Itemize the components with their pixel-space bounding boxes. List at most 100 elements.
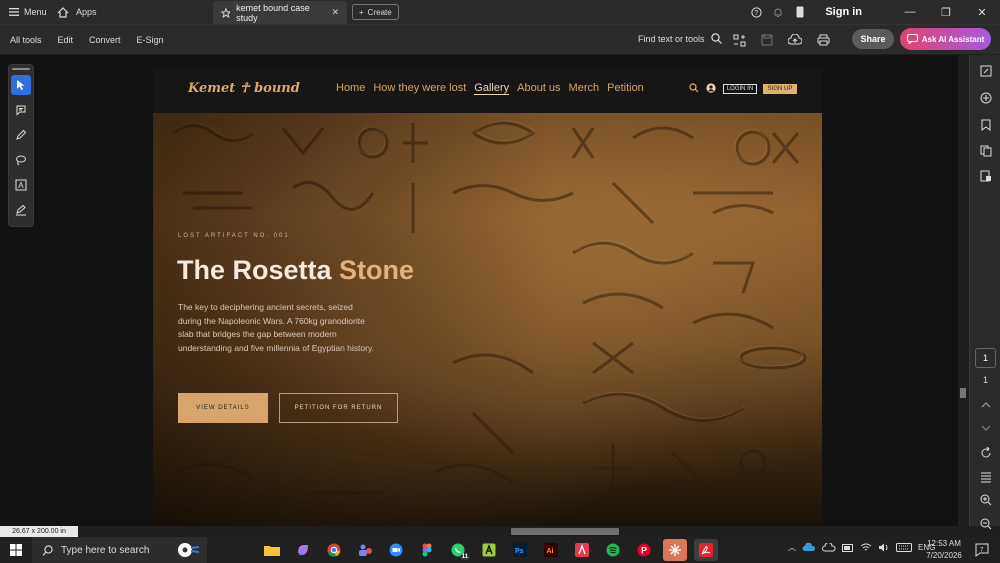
find-tools[interactable]: Find text or tools: [638, 33, 722, 44]
view-details-button[interactable]: VIEW DETAILS: [178, 393, 268, 423]
battery-icon[interactable]: [842, 543, 854, 552]
chevron-up-tray-icon[interactable]: ︿: [788, 542, 796, 553]
photoshop-button[interactable]: Ps: [508, 539, 532, 561]
vertical-scrollbar[interactable]: [958, 55, 968, 526]
nav-about-us[interactable]: About us: [517, 82, 560, 95]
pages-button[interactable]: [978, 143, 994, 159]
text-box-icon: A: [15, 179, 27, 191]
teams-button[interactable]: [353, 539, 377, 561]
sign-tool[interactable]: [11, 200, 31, 220]
home-button[interactable]: [50, 6, 76, 18]
convert-menu[interactable]: Convert: [89, 35, 121, 45]
hero-section: LOST ARTIFACT NO. 001 The Rosetta Stone …: [153, 113, 822, 526]
ask-ai-assistant-button[interactable]: Ask AI Assistant: [900, 28, 991, 50]
scroll-mode-button[interactable]: [978, 469, 994, 485]
rotate-icon: [981, 447, 991, 458]
site-search-icon[interactable]: [689, 83, 699, 93]
sign-in-link[interactable]: Sign in: [825, 6, 862, 18]
onedrive-icon[interactable]: [802, 543, 816, 552]
upload-button[interactable]: [786, 31, 804, 49]
restore-button[interactable]: ❐: [928, 6, 964, 19]
rotate-button[interactable]: [978, 445, 994, 461]
ai-tools-button[interactable]: [730, 31, 748, 49]
acrobat-button[interactable]: [694, 539, 718, 561]
nav-home[interactable]: Home: [336, 82, 365, 95]
create-button[interactable]: + Create: [352, 4, 399, 20]
draw-tool[interactable]: [11, 125, 31, 145]
bell-icon: [774, 8, 782, 17]
volume-icon[interactable]: [878, 543, 890, 552]
bookmarks-button[interactable]: [978, 117, 994, 133]
edit-pdf-icon: [980, 65, 992, 77]
petition-for-return-button[interactable]: PETITION FOR RETURN: [279, 393, 398, 423]
current-page-field[interactable]: 1: [975, 348, 996, 368]
help-button[interactable]: ?: [745, 6, 767, 18]
close-window-button[interactable]: ✕: [964, 6, 1000, 19]
previous-page-button[interactable]: [978, 397, 994, 413]
login-button[interactable]: LOGIN IN: [723, 84, 757, 94]
print-button[interactable]: [814, 31, 832, 49]
lasso-tool[interactable]: [11, 150, 31, 170]
hamburger-icon: [9, 8, 19, 16]
horizontal-scrollbar[interactable]: [0, 526, 968, 537]
nav-merch[interactable]: Merch: [569, 82, 600, 95]
figma-button[interactable]: [415, 539, 439, 561]
menu-button[interactable]: Menu: [0, 7, 50, 17]
share-button[interactable]: Share: [852, 29, 894, 49]
zoom-app-button[interactable]: [384, 539, 408, 561]
esign-menu[interactable]: E-Sign: [137, 35, 164, 45]
taskbar-search[interactable]: Type here to search: [32, 537, 207, 563]
chevron-down-icon: [981, 425, 991, 431]
all-tools-menu[interactable]: All tools: [10, 35, 42, 45]
minimize-button[interactable]: —: [892, 6, 928, 18]
notifications-button[interactable]: [767, 7, 789, 18]
video-camera-icon: [389, 543, 403, 557]
chrome-button[interactable]: [322, 539, 346, 561]
help-icon: ?: [751, 6, 762, 18]
acrobat-beta-button[interactable]: [570, 539, 594, 561]
vertical-scroll-thumb[interactable]: [960, 388, 966, 398]
next-page-button[interactable]: [978, 420, 994, 436]
signature-icon: [16, 204, 26, 216]
keyboard-icon[interactable]: [896, 543, 912, 552]
svg-text:Ps: Ps: [515, 548, 524, 555]
text-box-tool[interactable]: A: [11, 175, 31, 195]
file-explorer-button[interactable]: [260, 539, 284, 561]
sketch-app-button[interactable]: [477, 539, 501, 561]
search-placeholder: Type here to search: [61, 544, 150, 556]
nav-gallery[interactable]: Gallery: [474, 82, 510, 95]
claude-app-button[interactable]: [663, 539, 687, 561]
zoom-out-button[interactable]: [978, 516, 994, 532]
star-icon[interactable]: [221, 7, 231, 18]
document-tab[interactable]: kemet bound case study ✕: [213, 1, 347, 24]
user-account-icon[interactable]: [706, 83, 716, 93]
protect-button[interactable]: [978, 168, 994, 184]
illustrator-icon: Ai: [544, 543, 558, 557]
signup-button[interactable]: SIGN UP: [763, 84, 797, 94]
whatsapp-button[interactable]: 11: [446, 539, 470, 561]
select-tool[interactable]: [11, 75, 31, 95]
nav-petition[interactable]: Petition: [607, 82, 644, 95]
save-button[interactable]: [758, 31, 776, 49]
mobile-button[interactable]: [789, 6, 811, 18]
pinterest-button[interactable]: P: [632, 539, 656, 561]
minimize-icon: —: [904, 6, 916, 18]
illustrator-button[interactable]: Ai: [539, 539, 563, 561]
ai-panel-button[interactable]: [978, 90, 994, 106]
comment-tool[interactable]: [11, 100, 31, 120]
nav-how-they-were-lost[interactable]: How they were lost: [373, 82, 466, 95]
apps-button[interactable]: Apps: [76, 7, 106, 17]
drag-handle[interactable]: [12, 68, 30, 70]
edit-menu[interactable]: Edit: [58, 35, 74, 45]
horizontal-scroll-thumb[interactable]: [511, 528, 619, 535]
zoom-in-button[interactable]: [978, 492, 994, 508]
cloud-icon[interactable]: [822, 543, 836, 552]
spotify-button[interactable]: [601, 539, 625, 561]
all-tools-panel-button[interactable]: [978, 63, 994, 79]
notification-center-icon[interactable]: 7: [975, 543, 989, 557]
wifi-icon[interactable]: [860, 543, 872, 552]
copilot-button[interactable]: [291, 539, 315, 561]
close-tab-icon[interactable]: ✕: [331, 7, 339, 18]
system-clock[interactable]: 12:53 AM 7/20/2026: [921, 538, 967, 562]
start-button[interactable]: [0, 544, 32, 556]
